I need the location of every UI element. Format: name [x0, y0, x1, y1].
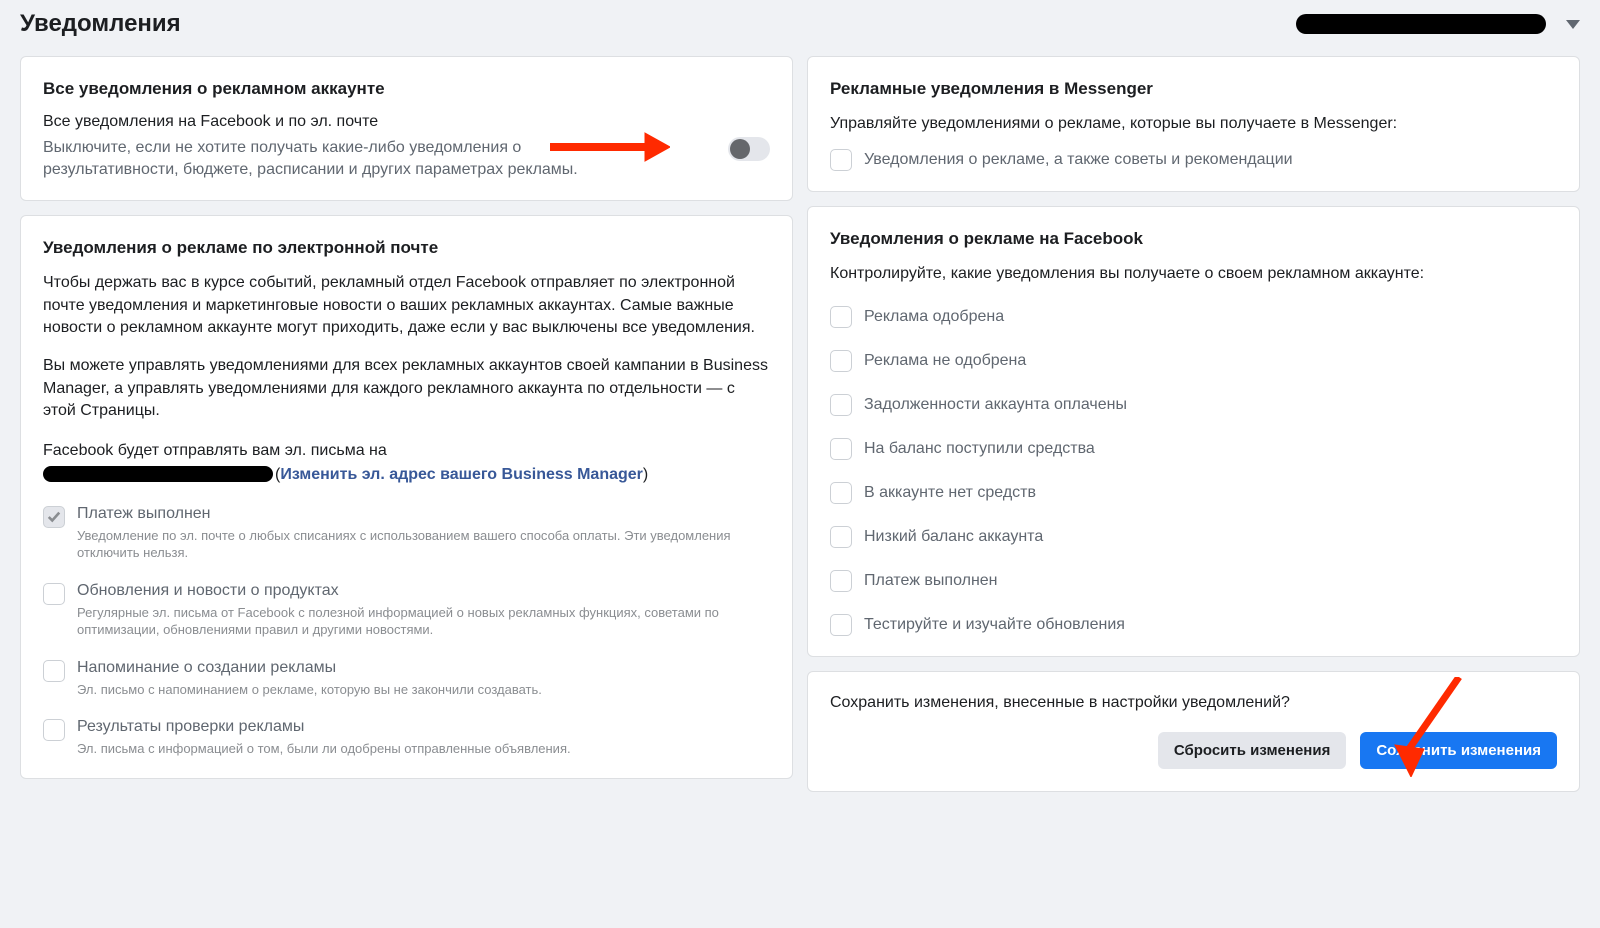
fbads-item: Реклама одобрена	[830, 306, 1557, 328]
checkbox-payment-done	[43, 506, 65, 528]
email-item-review-results: Результаты проверки рекламы Эл. письма с…	[43, 718, 770, 758]
fbads-item: Низкий баланс аккаунта	[830, 526, 1557, 548]
fbads-item-label: На баланс поступили средства	[864, 440, 1095, 458]
fbads-item-label: Реклама не одобрена	[864, 352, 1026, 370]
chevron-down-icon	[1566, 20, 1580, 29]
fbads-item: Тестируйте и изучайте обновления	[830, 614, 1557, 636]
paren-close: )	[643, 466, 648, 483]
fbads-item-label: Тестируйте и изучайте обновления	[864, 616, 1125, 634]
card-facebook-ad-notifications: Уведомления о рекламе на Facebook Контро…	[807, 206, 1580, 656]
account-dropdown[interactable]	[1296, 14, 1580, 34]
email-item-sublabel: Эл. письмо с напоминанием о рекламе, кот…	[77, 681, 770, 699]
all-notif-desc: Выключите, если не хотите получать какие…	[43, 137, 634, 180]
email-item-sublabel: Эл. письма с информацией о том, были ли …	[77, 740, 770, 758]
toggle-knob	[730, 139, 750, 159]
card-title: Уведомления о рекламе по электронной поч…	[43, 238, 770, 258]
email-item-sublabel: Уведомление по эл. почте о любых списани…	[77, 527, 770, 562]
check-icon	[47, 510, 61, 524]
email-item-label: Платеж выполнен	[77, 505, 770, 523]
email-item-label: Результаты проверки рекламы	[77, 718, 770, 736]
checkbox-ad-approved[interactable]	[830, 306, 852, 328]
reset-changes-button[interactable]: Сбросить изменения	[1158, 732, 1347, 769]
email-item-ad-reminder: Напоминание о создании рекламы Эл. письм…	[43, 659, 770, 699]
email-item-sublabel: Регулярные эл. письма от Facebook с поле…	[77, 604, 770, 639]
email-line-intro: Facebook будет отправлять вам эл. письма…	[43, 442, 387, 459]
fbads-item: Платеж выполнен	[830, 570, 1557, 592]
fbads-item: В аккаунте нет средств	[830, 482, 1557, 504]
checkbox-no-funds[interactable]	[830, 482, 852, 504]
all-notif-subtitle: Все уведомления на Facebook и по эл. поч…	[43, 113, 634, 131]
messenger-desc: Управляйте уведомлениями о рекламе, кото…	[830, 113, 1557, 135]
email-notif-p2: Вы можете управлять уведомлениями для вс…	[43, 355, 770, 422]
fbads-item-label: Низкий баланс аккаунта	[864, 528, 1043, 546]
email-item-label: Обновления и новости о продуктах	[77, 582, 770, 600]
email-item-payment-done: Платеж выполнен Уведомление по эл. почте…	[43, 505, 770, 562]
email-notif-p1: Чтобы держать вас в курсе событий, рекла…	[43, 272, 770, 339]
card-title: Рекламные уведомления в Messenger	[830, 79, 1557, 99]
checkbox-product-updates[interactable]	[43, 583, 65, 605]
card-email-notifications: Уведомления о рекламе по электронной поч…	[20, 215, 793, 779]
fbads-item: Задолженности аккаунта оплачены	[830, 394, 1557, 416]
checkbox-messenger-ads[interactable]	[830, 149, 852, 171]
fbads-item: Реклама не одобрена	[830, 350, 1557, 372]
email-item-product-updates: Обновления и новости о продуктах Регуляр…	[43, 582, 770, 639]
card-save-changes: Сохранить изменения, внесенные в настрой…	[807, 671, 1580, 792]
checkbox-test-learn-updates[interactable]	[830, 614, 852, 636]
card-messenger-notifications: Рекламные уведомления в Messenger Управл…	[807, 56, 1580, 192]
fbads-item-label: Платеж выполнен	[864, 572, 998, 590]
change-bm-email-link[interactable]: Изменить эл. адрес вашего Business Manag…	[280, 466, 643, 483]
all-notifications-toggle[interactable]	[728, 137, 770, 161]
card-title: Уведомления о рекламе на Facebook	[830, 229, 1557, 249]
fbads-desc: Контролируйте, какие уведомления вы полу…	[830, 263, 1557, 285]
checkbox-payment-done-fb[interactable]	[830, 570, 852, 592]
checkbox-debts-paid[interactable]	[830, 394, 852, 416]
messenger-item: Уведомления о рекламе, а также советы и …	[830, 149, 1557, 171]
checkbox-low-balance[interactable]	[830, 526, 852, 548]
checkbox-ad-not-approved[interactable]	[830, 350, 852, 372]
checkbox-funds-added[interactable]	[830, 438, 852, 460]
messenger-item-label: Уведомления о рекламе, а также советы и …	[864, 151, 1293, 169]
checkbox-ad-reminder[interactable]	[43, 660, 65, 682]
fbads-item: На баланс поступили средства	[830, 438, 1557, 460]
checkbox-review-results[interactable]	[43, 719, 65, 741]
annotation-arrow-save	[1389, 677, 1469, 777]
card-title: Все уведомления о рекламном аккаунте	[43, 79, 770, 99]
fbads-item-label: В аккаунте нет средств	[864, 484, 1036, 502]
account-name-redacted	[1296, 14, 1546, 34]
page-title: Уведомления	[20, 10, 181, 38]
fbads-item-label: Реклама одобрена	[864, 308, 1004, 326]
email-item-label: Напоминание о создании рекламы	[77, 659, 770, 677]
card-all-ad-notifications: Все уведомления о рекламном аккаунте Все…	[20, 56, 793, 201]
fbads-item-label: Задолженности аккаунта оплачены	[864, 396, 1127, 414]
email-redacted	[43, 466, 273, 482]
